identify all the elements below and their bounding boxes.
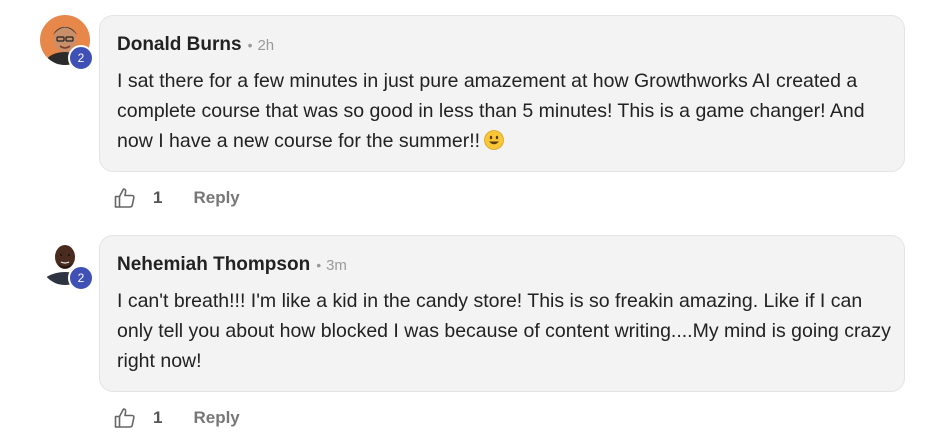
level-badge: 2 [68, 265, 94, 291]
comment-actions: 1 Reply [113, 185, 240, 211]
comment-text: I can't breath!!! I'm like a kid in the … [117, 286, 897, 376]
comment-bubble: Nehemiah Thompson • 3m I can't breath!!!… [99, 235, 905, 392]
reply-button[interactable]: Reply [193, 188, 239, 208]
timestamp[interactable]: 2h [257, 37, 274, 54]
thumbs-up-icon[interactable] [113, 406, 137, 430]
separator-dot: • [247, 37, 253, 53]
author-name[interactable]: Nehemiah Thompson [117, 254, 310, 276]
avatar-wrap[interactable]: 2 [40, 235, 94, 291]
comment-text-content: I can't breath!!! I'm like a kid in the … [117, 290, 891, 372]
smiley-emoji-icon [484, 130, 504, 150]
timestamp[interactable]: 3m [326, 257, 347, 274]
comment-bubble: Donald Burns • 2h I sat there for a few … [99, 15, 905, 172]
author-name[interactable]: Donald Burns [117, 34, 242, 56]
level-badge: 2 [68, 45, 94, 71]
reply-button[interactable]: Reply [193, 408, 239, 428]
comment-actions: 1 Reply [113, 405, 240, 431]
thumbs-up-icon[interactable] [113, 186, 137, 210]
like-count: 1 [153, 408, 163, 427]
comment-header: Donald Burns • 2h [117, 34, 274, 58]
comment-text: I sat there for a few minutes in just pu… [117, 66, 897, 156]
like-count: 1 [153, 188, 163, 207]
separator-dot: • [316, 257, 322, 273]
avatar-wrap[interactable]: 2 [40, 15, 94, 71]
comment-header: Nehemiah Thompson • 3m [117, 254, 347, 278]
